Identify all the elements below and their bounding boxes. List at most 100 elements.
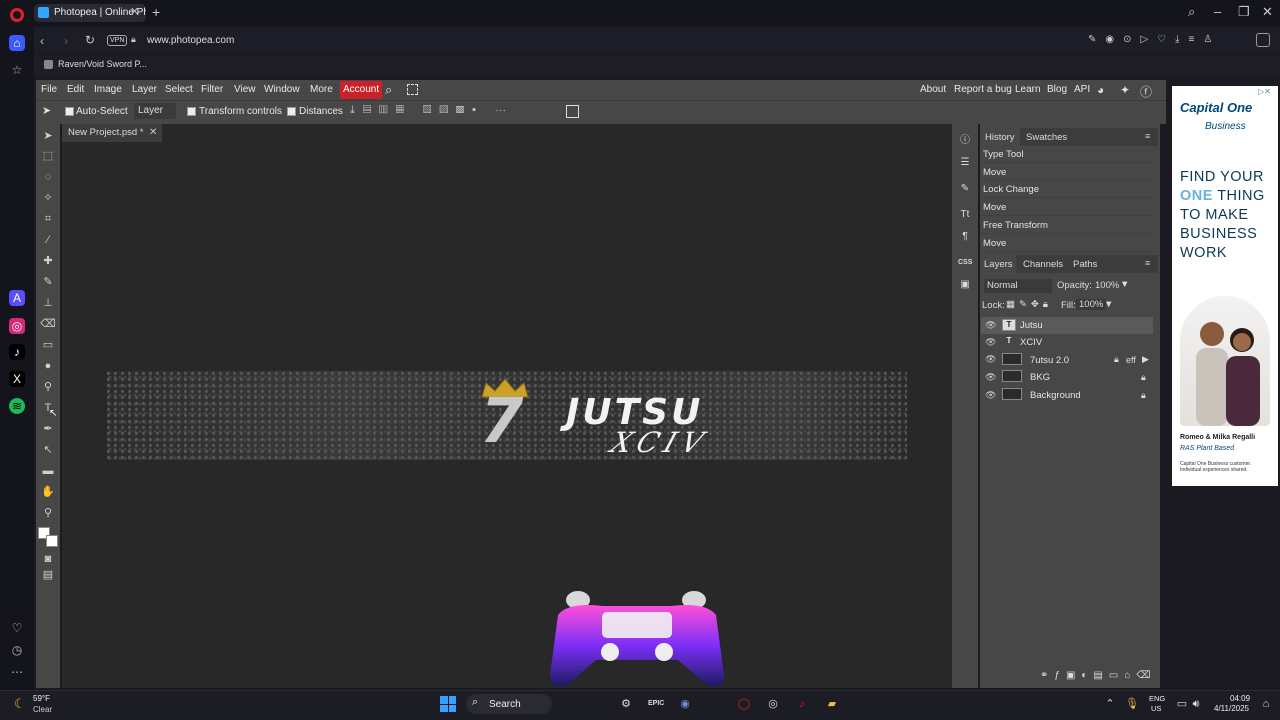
menu-about[interactable]: About: [920, 84, 946, 95]
history-item[interactable]: Free Transform: [981, 217, 1153, 234]
brush-settings-icon[interactable]: ✎: [958, 182, 972, 196]
layers-menu-icon[interactable]: ≡: [1145, 258, 1150, 268]
eraser-icon[interactable]: ⌫: [40, 316, 56, 332]
menu-filter[interactable]: Filter: [201, 84, 223, 95]
history-item[interactable]: Move: [981, 235, 1153, 252]
move-tool-icon[interactable]: ➤: [40, 128, 56, 144]
weather-desc[interactable]: Clear: [33, 705, 52, 714]
music-app-icon[interactable]: ♪: [794, 697, 810, 711]
extensions-icon[interactable]: [1256, 33, 1270, 47]
clone-stamp-icon[interactable]: ⊥: [40, 295, 56, 311]
menu-edit[interactable]: Edit: [67, 84, 84, 95]
spotify-icon[interactable]: ≋: [9, 398, 25, 414]
file-explorer-icon[interactable]: ▰: [824, 697, 840, 711]
ad-choices-icon[interactable]: ▷✕: [1258, 87, 1271, 96]
minimize-icon[interactable]: –: [1214, 4, 1221, 19]
crop-tool-icon[interactable]: ⌗: [40, 211, 56, 227]
zoom-tool-icon[interactable]: ⚲: [40, 505, 56, 521]
opera-logo-icon[interactable]: [10, 8, 24, 22]
align-buttons[interactable]: ⤓▤▥▦ ▧▨▩▪ ⋯: [350, 104, 514, 117]
hand-tool-icon[interactable]: ✋: [40, 484, 56, 500]
gradient-tool-icon[interactable]: ▭: [40, 337, 56, 353]
steam-icon[interactable]: ⚙: [618, 697, 634, 711]
panel-menu-icon[interactable]: ≡: [1145, 131, 1150, 141]
menu-learn[interactable]: Learn: [1015, 84, 1041, 95]
layer-lock-icon[interactable]: 🔒︎: [1141, 390, 1146, 401]
lock-icon[interactable]: 🔒︎: [131, 34, 136, 45]
maximize-icon[interactable]: ❐: [1238, 4, 1250, 20]
facebook-icon[interactable]: ⓕ: [1140, 83, 1152, 100]
layer-name[interactable]: XCIV: [1020, 337, 1042, 348]
windows-start-icon[interactable]: [440, 696, 456, 712]
properties-icon[interactable]: ☰: [958, 156, 972, 170]
clock-date[interactable]: 4/11/2025: [1214, 704, 1249, 713]
menu-file[interactable]: File: [41, 84, 57, 95]
healing-brush-icon[interactable]: ✚: [40, 253, 56, 269]
visibility-eye-icon[interactable]: 👁︎: [985, 372, 996, 383]
menu-view[interactable]: View: [234, 84, 256, 95]
menu-select[interactable]: Select: [165, 84, 193, 95]
tiktok-icon[interactable]: ♪: [9, 344, 25, 360]
menu-more[interactable]: More: [310, 84, 333, 95]
lasso-tool-icon[interactable]: ◌: [40, 169, 56, 185]
aria-icon[interactable]: A: [9, 290, 25, 306]
menu-layer[interactable]: Layer: [132, 84, 157, 95]
move-tool-icon[interactable]: ➤: [42, 104, 51, 117]
settings-app-icon[interactable]: ◎: [765, 697, 781, 711]
notifications-icon[interactable]: ⌂: [1258, 697, 1274, 711]
address-bar-actions[interactable]: ✎◉⊙▷♡⤓≡♙: [1088, 34, 1221, 45]
language-region[interactable]: US: [1151, 704, 1161, 713]
visibility-eye-icon[interactable]: 👁︎: [985, 337, 996, 348]
info-icon[interactable]: ⓘ: [958, 134, 972, 148]
network-icon[interactable]: ▭: [1174, 697, 1190, 711]
dodge-tool-icon[interactable]: ⚲: [40, 379, 56, 395]
layer-name[interactable]: BKG: [1030, 372, 1050, 383]
vpn-badge[interactable]: VPN: [107, 35, 128, 46]
menu-api[interactable]: API: [1074, 84, 1090, 95]
auto-select-checkbox[interactable]: [65, 107, 74, 116]
microphone-icon[interactable]: 🎙︎: [1124, 697, 1140, 711]
weather-moon-icon[interactable]: ☾: [14, 696, 26, 712]
opacity-dropdown-icon[interactable]: ▼: [1120, 279, 1129, 290]
history-item[interactable]: Lock Change: [981, 181, 1153, 198]
blend-mode-dropdown[interactable]: Normal: [984, 279, 1052, 293]
shape-tool-icon[interactable]: ▬: [40, 463, 56, 479]
back-icon[interactable]: ‹: [40, 34, 44, 48]
distances-checkbox[interactable]: [287, 107, 296, 116]
discord-icon[interactable]: ◉: [677, 697, 693, 711]
character-icon[interactable]: Tt: [958, 208, 972, 222]
speed-dial-icon[interactable]: ☆: [9, 62, 25, 78]
eyedropper-icon[interactable]: ⁄: [40, 232, 56, 248]
screen-mode-icon[interactable]: ▤: [40, 567, 56, 583]
epic-games-icon[interactable]: EPIC: [648, 697, 664, 711]
history-clock-icon[interactable]: ◷: [9, 642, 25, 658]
path-select-icon[interactable]: ↖: [40, 442, 56, 458]
magic-wand-icon[interactable]: ✧: [40, 190, 56, 206]
tray-overflow-icon[interactable]: ⌃: [1102, 697, 1118, 711]
fill-value[interactable]: 100%: [1076, 299, 1107, 310]
tab-history[interactable]: History: [980, 128, 1020, 146]
lock-options-icons[interactable]: ▦✎✥🔒︎: [1006, 299, 1052, 310]
clock-time[interactable]: 04:09: [1230, 694, 1250, 703]
history-item[interactable]: Type Tool: [981, 146, 1153, 163]
visibility-eye-icon[interactable]: 👁︎: [985, 354, 996, 365]
expand-effects-icon[interactable]: ▶: [1142, 354, 1149, 365]
favorites-heart-icon[interactable]: ♡: [9, 620, 25, 636]
opera-taskbar-icon[interactable]: ◯: [736, 697, 752, 711]
layer-name[interactable]: 7utsu 2.0: [1030, 355, 1069, 366]
layer-name[interactable]: Jutsu: [1020, 320, 1043, 331]
tab-paths[interactable]: Paths: [1073, 259, 1097, 270]
image-icon[interactable]: ▣: [958, 278, 972, 292]
paragraph-icon[interactable]: ¶: [958, 230, 972, 244]
layer-name[interactable]: Background: [1030, 390, 1081, 401]
instagram-icon[interactable]: ◎: [9, 318, 25, 334]
browser-search-icon[interactable]: ⌕: [1188, 4, 1195, 20]
layer-lock-icon[interactable]: 🔒︎: [1141, 372, 1146, 383]
menu-window[interactable]: Window: [264, 84, 300, 95]
menu-report-bug[interactable]: Report a bug: [954, 84, 1012, 95]
volume-icon[interactable]: 🔊︎: [1190, 697, 1202, 711]
blur-tool-icon[interactable]: ●: [40, 358, 56, 374]
history-item[interactable]: Move: [981, 164, 1153, 181]
language-indicator[interactable]: ENG: [1149, 694, 1165, 703]
tab-channels[interactable]: Channels: [1023, 259, 1063, 270]
